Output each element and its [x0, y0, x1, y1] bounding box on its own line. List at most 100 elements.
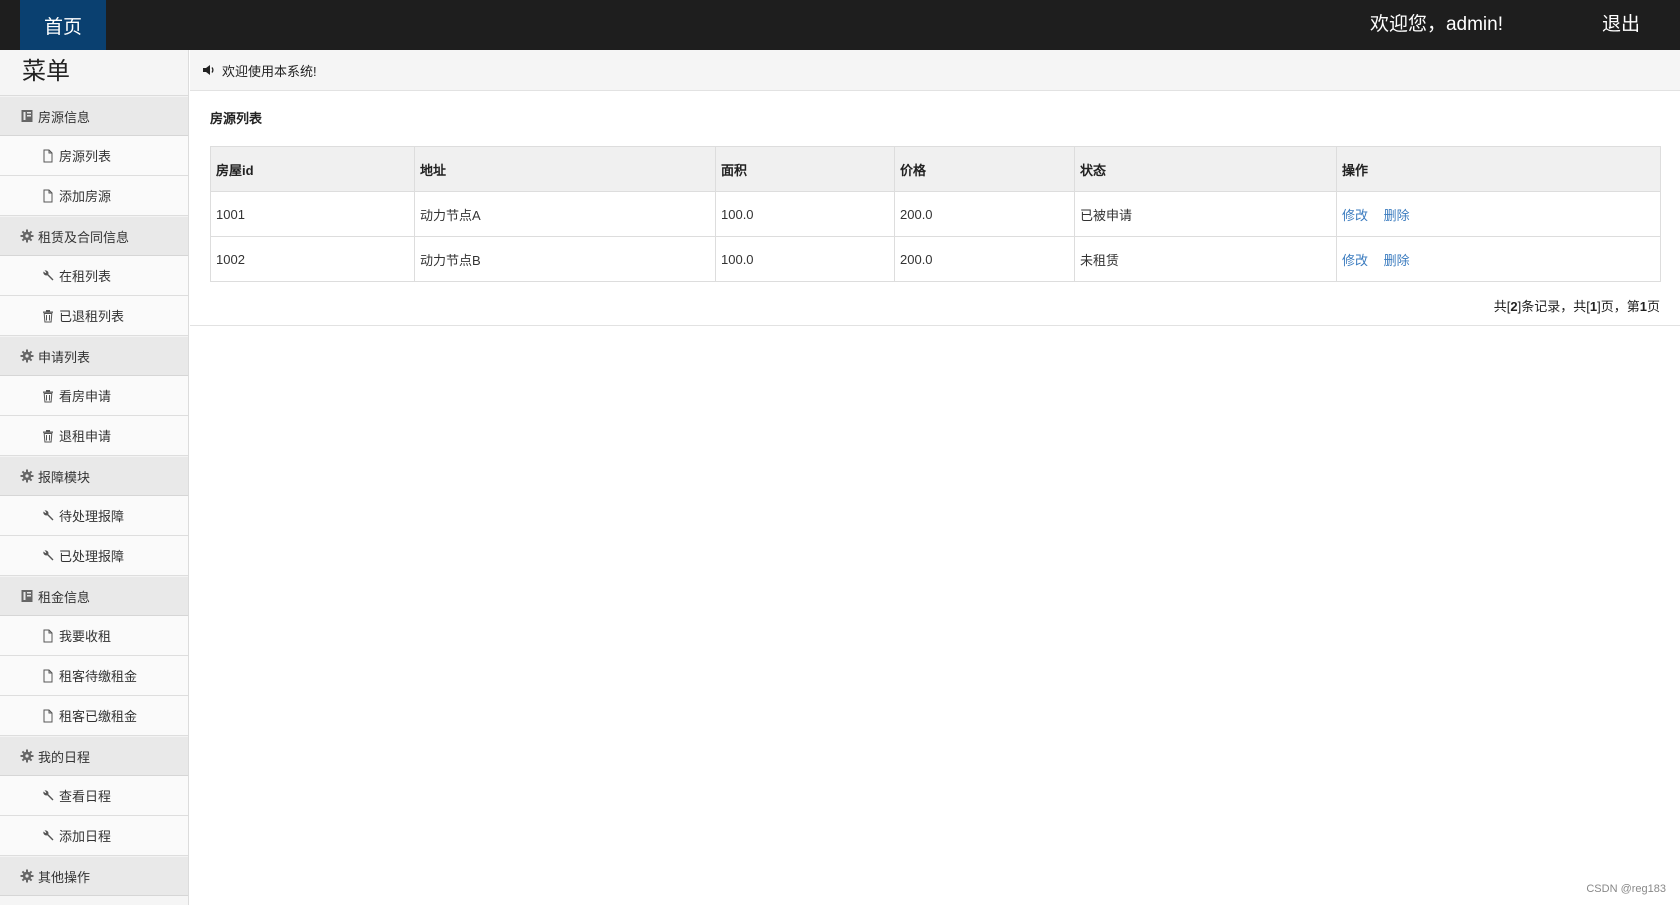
gear-icon	[20, 749, 34, 763]
trash-icon	[41, 309, 55, 323]
menu-group-label: 报障模块	[38, 469, 91, 485]
column-header-price: 价格	[894, 146, 1075, 192]
trash-icon	[41, 389, 55, 403]
menu-item[interactable]: 房源列表	[0, 136, 188, 176]
menu-item[interactable]: 看房申请	[0, 376, 188, 416]
cell-price: 200.0	[894, 191, 1075, 237]
menu-item[interactable]: 退租申请	[0, 416, 188, 456]
menu-group-header[interactable]: 申请列表	[0, 336, 188, 376]
delete-link[interactable]: 删除	[1384, 208, 1410, 223]
menu-group-header[interactable]: 房源信息	[0, 96, 188, 136]
delete-link[interactable]: 删除	[1384, 253, 1410, 268]
menu-item[interactable]: 添加日程	[0, 816, 188, 856]
menu-item[interactable]: 在租列表	[0, 256, 188, 296]
watermark: CSDN @reg183	[1586, 883, 1666, 895]
menu-item-label: 房源列表	[59, 149, 112, 164]
menu-group-header[interactable]: 其他操作	[0, 856, 188, 896]
pagination-info: 共[2]条记录，共[1]页，第1页	[1494, 296, 1660, 315]
menu-item[interactable]: 添加房源	[0, 176, 188, 216]
gear-icon	[20, 349, 34, 363]
cell-area: 100.0	[715, 236, 895, 282]
edit-link[interactable]: 修改	[1342, 208, 1368, 223]
menu-group-label: 租赁及合同信息	[38, 229, 130, 245]
menu-group-label: 其他操作	[38, 869, 91, 885]
menu-item[interactable]: 查看日程	[0, 776, 188, 816]
menu-item-label: 待处理报障	[59, 509, 125, 524]
menu-group-label: 我的日程	[38, 749, 91, 765]
column-header-actions: 操作	[1336, 146, 1661, 192]
menu-item-label: 查看日程	[59, 789, 112, 804]
top-navbar: 首页 欢迎您，admin! 退出	[0, 0, 1680, 50]
file-icon	[41, 189, 55, 203]
welcome-user-text: 欢迎您，admin!	[1369, 14, 1503, 35]
table-row: 1002 动力节点B 100.0 200.0 未租赁 修改 删除	[210, 236, 1661, 282]
cell-id: 1001	[210, 191, 415, 237]
pager-prefix: 共[	[1493, 299, 1511, 314]
file-icon	[41, 629, 55, 643]
wrench-icon	[41, 829, 55, 843]
menu-item-label: 已退租列表	[59, 309, 125, 324]
column-header-id: 房屋id	[210, 146, 415, 192]
menu-item[interactable]: 待处理报障	[0, 496, 188, 536]
menu-item[interactable]: 已退租列表	[0, 296, 188, 336]
house-list-panel: 房源列表 房屋id 地址 面积 价格 状态 操作 1001 动力节点A 100.…	[190, 92, 1680, 326]
menu-item-label: 我要收租	[59, 629, 112, 644]
menu-item-label: 已处理报障	[59, 549, 125, 564]
notice-text: 欢迎使用本系统!	[222, 63, 317, 79]
column-header-status: 状态	[1074, 146, 1337, 192]
file-icon	[41, 709, 55, 723]
menu-item-label: 添加日程	[59, 829, 112, 844]
trash-icon	[41, 429, 55, 443]
menu-item[interactable]: 已处理报障	[0, 536, 188, 576]
sidebar-menu: 菜单 房源信息 房源列表 添加房源 租赁及合同信息 在租列表 已退租列表 申请列表 看房申请退…	[0, 50, 189, 905]
cell-status: 已被申请	[1074, 191, 1337, 237]
edit-link[interactable]: 修改	[1342, 253, 1368, 268]
gear-icon	[20, 869, 34, 883]
house-table: 房屋id 地址 面积 价格 状态 操作 1001 动力节点A 100.0 200…	[210, 146, 1661, 282]
menu-group-header[interactable]: 租金信息	[0, 576, 188, 616]
menu-item-label: 添加房源	[59, 189, 112, 204]
panel-title: 房源列表	[210, 111, 263, 126]
cell-price: 200.0	[894, 236, 1075, 282]
cell-address: 动力节点B	[414, 236, 716, 282]
pager-mid1: ]条记录，共[	[1517, 299, 1590, 314]
menu-item[interactable]: 我要收租	[0, 616, 188, 656]
column-header-address: 地址	[414, 146, 716, 192]
menu-group-label: 房源信息	[38, 109, 91, 125]
home-tab[interactable]: 首页	[20, 0, 106, 50]
menu-group-header[interactable]: 租赁及合同信息	[0, 216, 188, 256]
column-header-area: 面积	[715, 146, 895, 192]
file-icon	[41, 669, 55, 683]
pager-mid2: ]页，第	[1597, 299, 1640, 314]
wrench-icon	[41, 789, 55, 803]
cell-actions: 修改 删除	[1336, 191, 1661, 237]
gear-icon	[20, 229, 34, 243]
table-header-row: 房屋id 地址 面积 价格 状态 操作	[210, 146, 1661, 192]
menu-group-header[interactable]: 报障模块	[0, 456, 188, 496]
menu-item-label: 租客待缴租金	[59, 669, 138, 684]
menu-item-label: 在租列表	[59, 269, 112, 284]
menu-list: 房源信息房源列表添加房源租赁及合同信息 在租列表已退租列表申请列表看房申请退租申请…	[0, 96, 188, 896]
menu-group-label: 申请列表	[38, 349, 91, 365]
menu-item[interactable]: 租客已缴租金	[0, 696, 188, 736]
pager-total-records: 2	[1510, 299, 1518, 314]
menu-item-label: 租客已缴租金	[59, 709, 138, 724]
wrench-icon	[41, 269, 55, 283]
menu-group-header[interactable]: 我的日程	[0, 736, 188, 776]
table-row: 1001 动力节点A 100.0 200.0 已被申请 修改 删除	[210, 191, 1661, 237]
pager-current-page: 1	[1639, 299, 1647, 314]
pager-suffix: 页	[1646, 299, 1660, 314]
notice-bar: 欢迎使用本系统!	[190, 50, 1680, 91]
volume-icon	[202, 63, 216, 77]
cell-area: 100.0	[715, 191, 895, 237]
wrench-icon	[41, 509, 55, 523]
cell-status: 未租赁	[1074, 236, 1337, 282]
logout-button[interactable]: 退出	[1602, 0, 1640, 50]
gear-icon	[20, 469, 34, 483]
menu-item-label: 退租申请	[59, 429, 112, 444]
menu-item[interactable]: 租客待缴租金	[0, 656, 188, 696]
book-icon	[20, 589, 34, 603]
wrench-icon	[41, 549, 55, 563]
file-icon	[41, 149, 55, 163]
cell-id: 1002	[210, 236, 415, 282]
